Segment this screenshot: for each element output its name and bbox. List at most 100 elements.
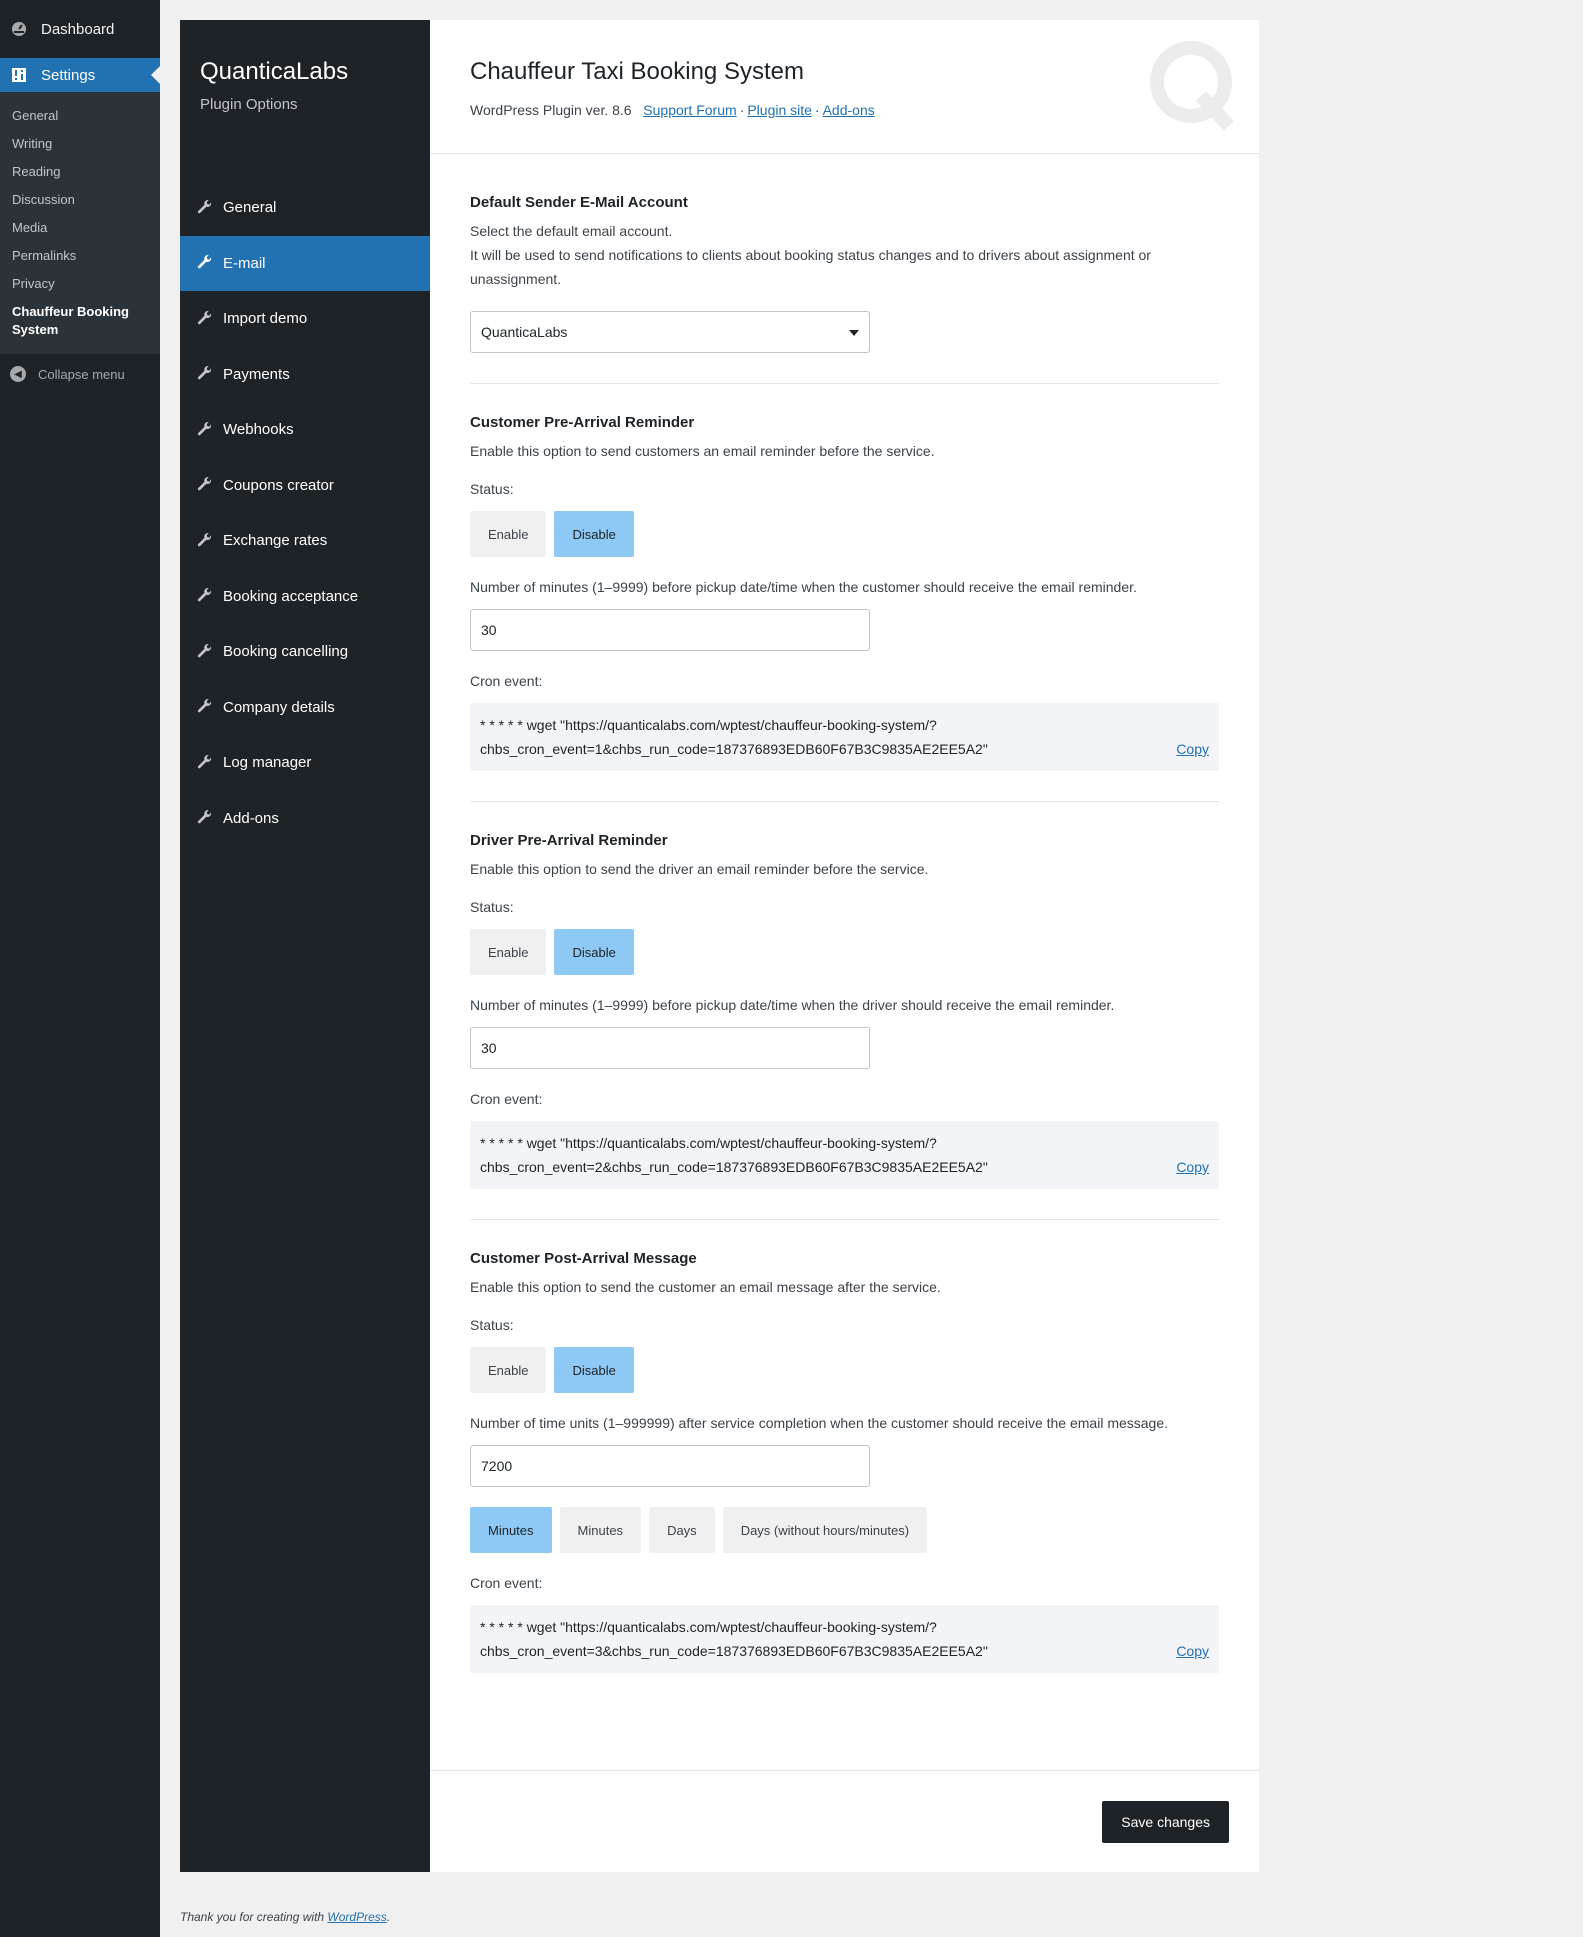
wrench-icon [197,421,213,438]
unit-days-without-hours-button[interactable]: Days (without hours/minutes) [722,1507,928,1553]
copy-link[interactable]: Copy [1176,1155,1209,1179]
nav-booking-acceptance-label: Booking acceptance [223,587,359,605]
menu-settings[interactable]: Settings [0,58,160,92]
nav-import-demo-label: Import demo [223,310,308,328]
minutes-input[interactable]: 30 [470,1027,870,1069]
brand-subtitle: Plugin Options [200,96,298,113]
enable-button[interactable]: Enable [470,1347,547,1393]
status-label: Status: [470,481,514,497]
customer-post-desc: Enable this option to send the customer … [470,1279,941,1295]
status-toggle: Enable Disable [470,929,1219,975]
customer-reminder-desc: Enable this option to send customers an … [470,443,935,459]
customer-post-section: Customer Post-Arrival Message Enable thi… [470,1250,1219,1703]
submenu-privacy[interactable]: Privacy [0,270,160,298]
plugin-header: Chauffeur Taxi Booking System WordPress … [430,20,1259,154]
submenu-general[interactable]: General [0,102,160,130]
unit-days-button[interactable]: Days [649,1507,715,1553]
disable-button[interactable]: Disable [554,1347,634,1393]
wp-admin-menu: Dashboard Settings General Writing Readi… [0,0,160,1937]
nav-company-details-label: Company details [223,698,335,716]
wrench-icon [197,699,213,715]
cron-line-1: * * * * * wget "https://quanticalabs.com… [480,1619,937,1635]
plugin-options-panel: QuanticaLabs Plugin Options General E-ma… [180,20,1259,1872]
link-separator: · [814,102,820,118]
disable-button[interactable]: Disable [554,929,634,975]
wrench-icon [197,199,213,216]
units-label: Number of time units (1–999999) after se… [470,1415,1169,1431]
cron-event-box: * * * * * wget "https://quanticalabs.com… [470,703,1219,771]
disable-button[interactable]: Disable [554,511,634,557]
footer-thanks: Thank you for creating with [180,1910,328,1924]
customer-post-title: Customer Post-Arrival Message [470,1250,697,1267]
submenu-discussion[interactable]: Discussion [0,186,160,214]
nav-email[interactable]: E-mail [180,235,430,291]
page-title: Chauffeur Taxi Booking System [470,58,804,85]
wordpress-link[interactable]: WordPress [327,1910,386,1924]
menu-settings-label: Settings [41,66,96,84]
nav-import-demo[interactable]: Import demo [180,291,430,347]
wrench-icon [197,643,213,660]
nav-add-ons[interactable]: Add-ons [180,791,430,847]
collapse-icon: ◀ [10,366,26,382]
status-toggle: Enable Disable [470,1347,1219,1393]
wrench-icon [197,477,213,493]
nav-exchange-rates[interactable]: Exchange rates [180,513,430,569]
nav-company-details[interactable]: Company details [180,680,430,736]
sender-desc-2: It will be used to send notifications to… [470,247,1151,287]
version-line: WordPress Plugin ver. 8.6 Support Forum ·… [470,102,1219,118]
status-label: Status: [470,1317,514,1333]
submenu-permalinks[interactable]: Permalinks [0,242,160,270]
save-changes-button[interactable]: Save changes [1102,1801,1229,1843]
driver-reminder-section: Driver Pre-Arrival Reminder Enable this … [470,832,1219,1220]
status-label: Status: [470,899,514,915]
nav-log-manager-label: Log manager [223,754,312,772]
nav-payments[interactable]: Payments [180,347,430,403]
units-input[interactable]: 7200 [470,1445,870,1487]
plugin-site-link[interactable]: Plugin site [747,102,812,118]
submenu-media[interactable]: Media [0,214,160,242]
nav-log-manager[interactable]: Log manager [180,735,430,791]
wrench-icon [197,310,213,327]
customer-reminder-title: Customer Pre-Arrival Reminder [470,414,695,431]
link-separator: · [739,102,745,118]
copy-link[interactable]: Copy [1176,1639,1209,1663]
driver-reminder-desc: Enable this option to send the driver an… [470,861,929,877]
wrench-icon [197,754,213,771]
nav-booking-acceptance[interactable]: Booking acceptance [180,569,430,625]
cron-line-2: chbs_cron_event=2&chbs_run_code=18737689… [480,1159,988,1175]
driver-reminder-title: Driver Pre-Arrival Reminder [470,832,668,849]
cron-line-1: * * * * * wget "https://quanticalabs.com… [480,717,937,733]
submenu-writing[interactable]: Writing [0,130,160,158]
nav-general[interactable]: General [180,180,430,236]
nav-booking-cancelling-label: Booking cancelling [223,643,349,661]
nav-exchange-rates-label: Exchange rates [223,532,328,550]
support-forum-link[interactable]: Support Forum [643,102,736,118]
sender-account-select[interactable]: QuanticaLabs [470,311,870,353]
unit-minutes-button[interactable]: Minutes [470,1507,552,1553]
menu-dashboard[interactable]: Dashboard [0,0,160,58]
copy-link[interactable]: Copy [1176,737,1209,761]
footer-end: . [386,1910,391,1924]
enable-button[interactable]: Enable [470,929,547,975]
collapse-menu[interactable]: ◀ Collapse menu [0,354,160,394]
nav-coupons-creator[interactable]: Coupons creator [180,458,430,514]
customer-reminder-section: Customer Pre-Arrival Reminder Enable thi… [470,414,1219,802]
submenu-reading[interactable]: Reading [0,158,160,186]
submenu-chauffeur-booking[interactable]: Chauffeur Booking System [0,298,160,344]
wrench-icon [197,366,213,382]
cron-line-2: chbs_cron_event=3&chbs_run_code=18737689… [480,1643,988,1659]
wrench-icon [197,532,213,549]
nav-add-ons-label: Add-ons [223,809,279,827]
cron-label: Cron event: [470,673,543,689]
unit-type-toggle: Minutes Minutes Days Days (without hours… [470,1507,1219,1553]
nav-booking-cancelling[interactable]: Booking cancelling [180,624,430,680]
unit-minutes-alt-button[interactable]: Minutes [559,1507,642,1553]
wrench-icon [197,588,213,604]
wrench-icon [197,810,213,826]
nav-webhooks[interactable]: Webhooks [180,402,430,458]
enable-button[interactable]: Enable [470,511,547,557]
email-settings: Default Sender E-Mail Account Select the… [430,154,1259,1703]
minutes-input[interactable]: 30 [470,609,870,651]
add-ons-link[interactable]: Add-ons [823,102,875,118]
plugin-nav: QuanticaLabs Plugin Options General E-ma… [180,20,430,1872]
